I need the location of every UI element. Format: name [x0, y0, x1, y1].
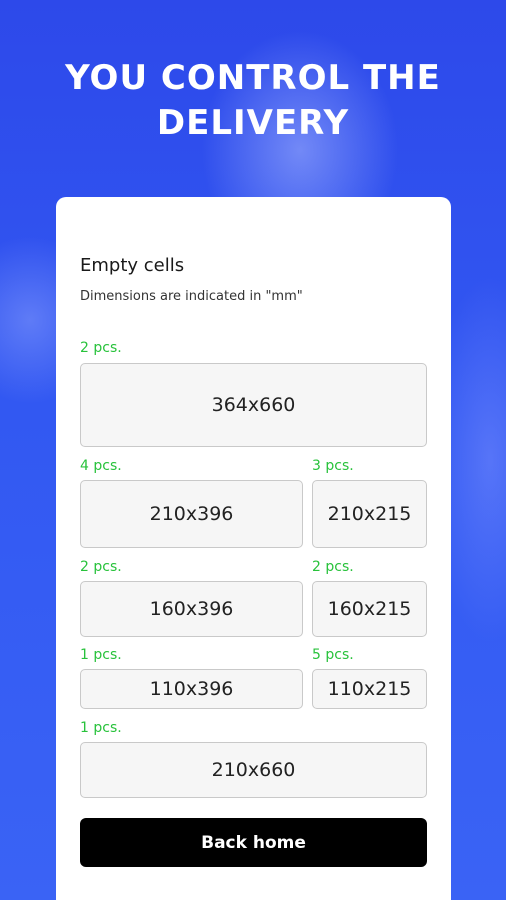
hero-title: YOU CONTROL THE DELIVERY	[65, 58, 441, 143]
cell-size-210x215[interactable]: 210x215	[312, 480, 427, 548]
cell-quantity: 3 pcs.	[312, 458, 354, 474]
cell-size-110x215[interactable]: 110x215	[312, 669, 427, 709]
cell-size-210x660[interactable]: 210x660	[80, 742, 427, 798]
cell-size-110x396[interactable]: 110x396	[80, 669, 303, 709]
back-home-button[interactable]: Back home	[80, 818, 427, 867]
cell-quantity: 2 pcs.	[80, 559, 122, 575]
cell-size-160x215[interactable]: 160x215	[312, 581, 427, 637]
cell-quantity: 1 pcs.	[80, 720, 122, 736]
cell-size-364x660[interactable]: 364x660	[80, 363, 427, 447]
card-title: Empty cells	[80, 255, 185, 276]
cell-size-160x396[interactable]: 160x396	[80, 581, 303, 637]
card-subtitle: Dimensions are indicated in "mm"	[80, 289, 303, 304]
cell-quantity: 2 pcs.	[312, 559, 354, 575]
cell-quantity: 2 pcs.	[80, 340, 122, 356]
cell-quantity: 4 pcs.	[80, 458, 122, 474]
cell-size-210x396[interactable]: 210x396	[80, 480, 303, 548]
cell-quantity: 1 pcs.	[80, 647, 122, 663]
empty-cells-card: Empty cells Dimensions are indicated in …	[56, 197, 451, 900]
cell-quantity: 5 pcs.	[312, 647, 354, 663]
